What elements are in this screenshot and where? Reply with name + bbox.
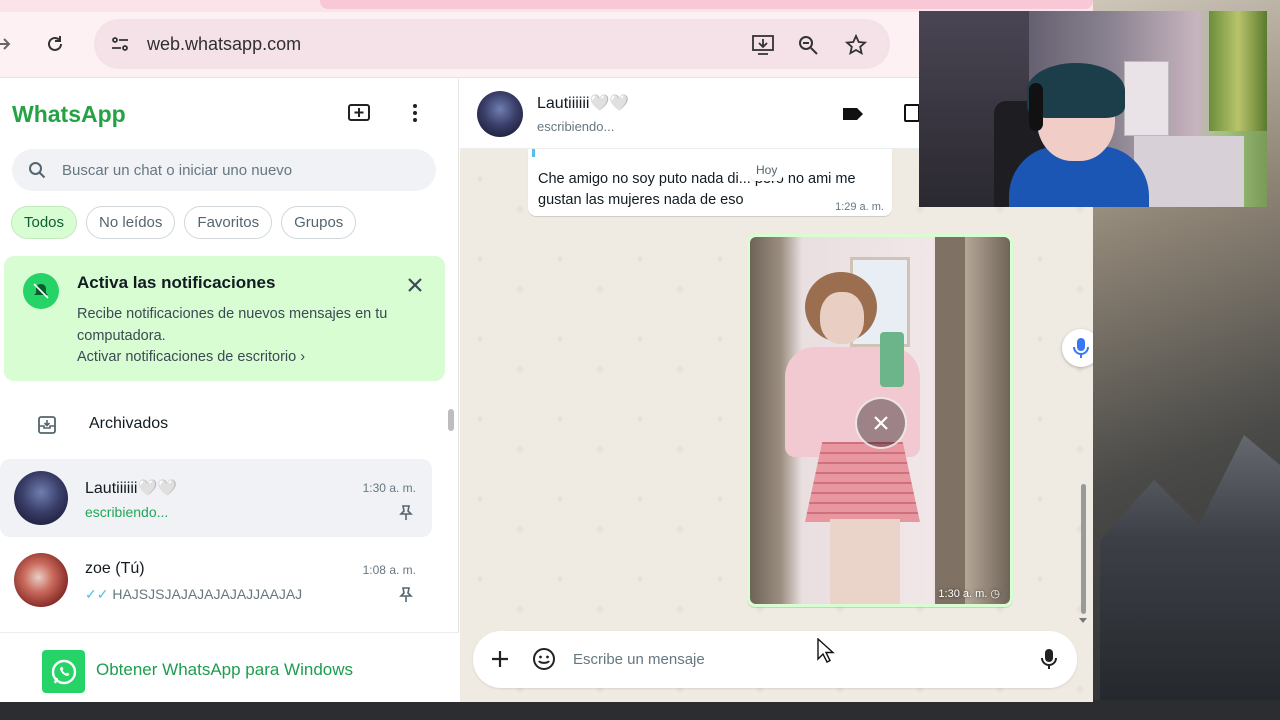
microphone-icon[interactable]: [1036, 646, 1062, 672]
active-tab[interactable]: [320, 0, 1093, 9]
conversation-scrollbar[interactable]: [1081, 484, 1086, 614]
image-message[interactable]: 1:30 a. m. ◷: [747, 234, 1013, 607]
new-chat-icon[interactable]: [343, 97, 375, 129]
webcam-bed: [1134, 136, 1244, 207]
filter-favoritos[interactable]: Favoritos: [184, 206, 273, 239]
cancel-download-icon[interactable]: [855, 397, 907, 449]
date-badge: Hoy: [750, 163, 784, 181]
message-time: 1:29 a. m.: [835, 201, 884, 213]
chat-sidebar: WhatsApp Todos No leídos Favoritos Grupo…: [0, 79, 459, 702]
archived-label: Archivados: [89, 415, 169, 432]
url-text[interactable]: web.whatsapp.com: [147, 34, 301, 55]
contact-status: escribiendo...: [537, 119, 615, 134]
photo-face: [820, 292, 864, 344]
webcam-headset: [1029, 83, 1043, 131]
notification-title: Activa las notificaciones: [77, 273, 276, 292]
avatar: [14, 553, 68, 607]
webcam-overlay: [919, 11, 1267, 207]
forward-icon[interactable]: [0, 32, 16, 56]
search-icon: [29, 162, 46, 179]
reload-icon[interactable]: [43, 32, 67, 56]
message-photo[interactable]: 1:30 a. m. ◷: [750, 237, 1010, 604]
notification-banner: Activa las notificaciones Recibe notific…: [4, 256, 445, 381]
double-check-icon: ✓✓: [85, 586, 109, 602]
filter-todos[interactable]: Todos: [11, 206, 78, 239]
image-time-text: 1:30 a. m.: [938, 588, 988, 600]
enable-notifications-label: Activar notificaciones de escritorio: [77, 349, 297, 365]
incoming-message[interactable]: Che amigo no soy puto nada di... pero no…: [528, 149, 892, 216]
archive-icon: [38, 416, 56, 434]
scroll-down-arrow-icon[interactable]: [1078, 617, 1088, 625]
taskbar-strip: [0, 700, 1280, 720]
photo-legs: [830, 519, 900, 604]
whatsapp-logo-icon: [42, 650, 85, 693]
app-title: WhatsApp: [12, 101, 126, 127]
search-in-chat-icon[interactable]: [904, 104, 920, 122]
enable-notifications-link[interactable]: Activar notificaciones de escritorio ›: [77, 349, 305, 365]
webcam-shelf: [1124, 61, 1169, 136]
pin-icon: [399, 587, 413, 602]
mouse-cursor-icon: [817, 638, 835, 663]
bell-off-icon: [23, 273, 59, 309]
wallpaper-mountain: [1100, 435, 1280, 720]
quote-bar: [532, 149, 535, 157]
image-time: 1:30 a. m. ◷: [938, 587, 1000, 600]
chat-preview: escribiendo...: [85, 504, 169, 520]
filter-chips: Todos No leídos Favoritos Grupos: [11, 206, 357, 239]
zoom-icon[interactable]: [795, 32, 821, 58]
chat-name: zoe (Tú): [85, 560, 145, 577]
chat-time: 1:30 a. m.: [362, 481, 416, 495]
bookmark-star-icon[interactable]: [843, 32, 869, 58]
chat-preview: ✓✓ HAJSJSJAJAJAJAJAJJAAJAJ: [85, 586, 302, 603]
photo-skirt: [805, 442, 920, 522]
avatar: [14, 471, 68, 525]
install-app-icon[interactable]: [750, 32, 776, 58]
chat-time: 1:08 a. m.: [362, 563, 416, 577]
chat-name: Lautiiiiii🤍🤍: [85, 480, 178, 497]
search-input[interactable]: [62, 149, 422, 191]
close-icon[interactable]: [402, 272, 428, 298]
sidebar-scrollbar[interactable]: [448, 409, 454, 431]
contact-avatar[interactable]: [477, 91, 523, 137]
message-input[interactable]: [573, 631, 1013, 688]
get-app-link[interactable]: Obtener WhatsApp para Windows: [96, 660, 353, 680]
photo-phone: [880, 332, 904, 387]
chevron-right-icon: ›: [300, 349, 306, 365]
photo-mirror-frame: [935, 237, 965, 604]
emoji-icon[interactable]: [531, 646, 557, 672]
pin-icon: [399, 505, 413, 520]
webcam-curtain: [1209, 11, 1267, 131]
clock-icon: ◷: [990, 588, 1000, 600]
get-app-banner: Obtener WhatsApp para Windows: [0, 632, 459, 702]
filter-grupos[interactable]: Grupos: [281, 206, 357, 239]
chat-item-lautiiiiii[interactable]: Lautiiiiii🤍🤍 1:30 a. m. escribiendo...: [0, 459, 432, 537]
address-bar[interactable]: web.whatsapp.com: [94, 19, 890, 69]
attach-plus-icon[interactable]: [487, 646, 513, 672]
chat-preview-text: HAJSJSJAJAJAJAJAJJAAJAJ: [112, 586, 303, 602]
label-icon[interactable]: [840, 101, 866, 127]
archived-row[interactable]: Archivados: [0, 401, 445, 449]
contact-name: Lautiiiiii🤍🤍: [537, 95, 630, 112]
notification-body: Recibe notificaciones de nuevos mensajes…: [77, 306, 388, 344]
chat-item-zoe[interactable]: zoe (Tú) 1:08 a. m. ✓✓ HAJSJSJAJAJAJAJAJ…: [0, 541, 432, 619]
search-box: [12, 149, 436, 191]
filter-no-leidos[interactable]: No leídos: [86, 206, 176, 239]
menu-icon[interactable]: [399, 97, 431, 129]
message-composer: [473, 631, 1077, 688]
site-settings-icon[interactable]: [108, 32, 132, 56]
floating-mic-icon[interactable]: [1062, 329, 1093, 367]
